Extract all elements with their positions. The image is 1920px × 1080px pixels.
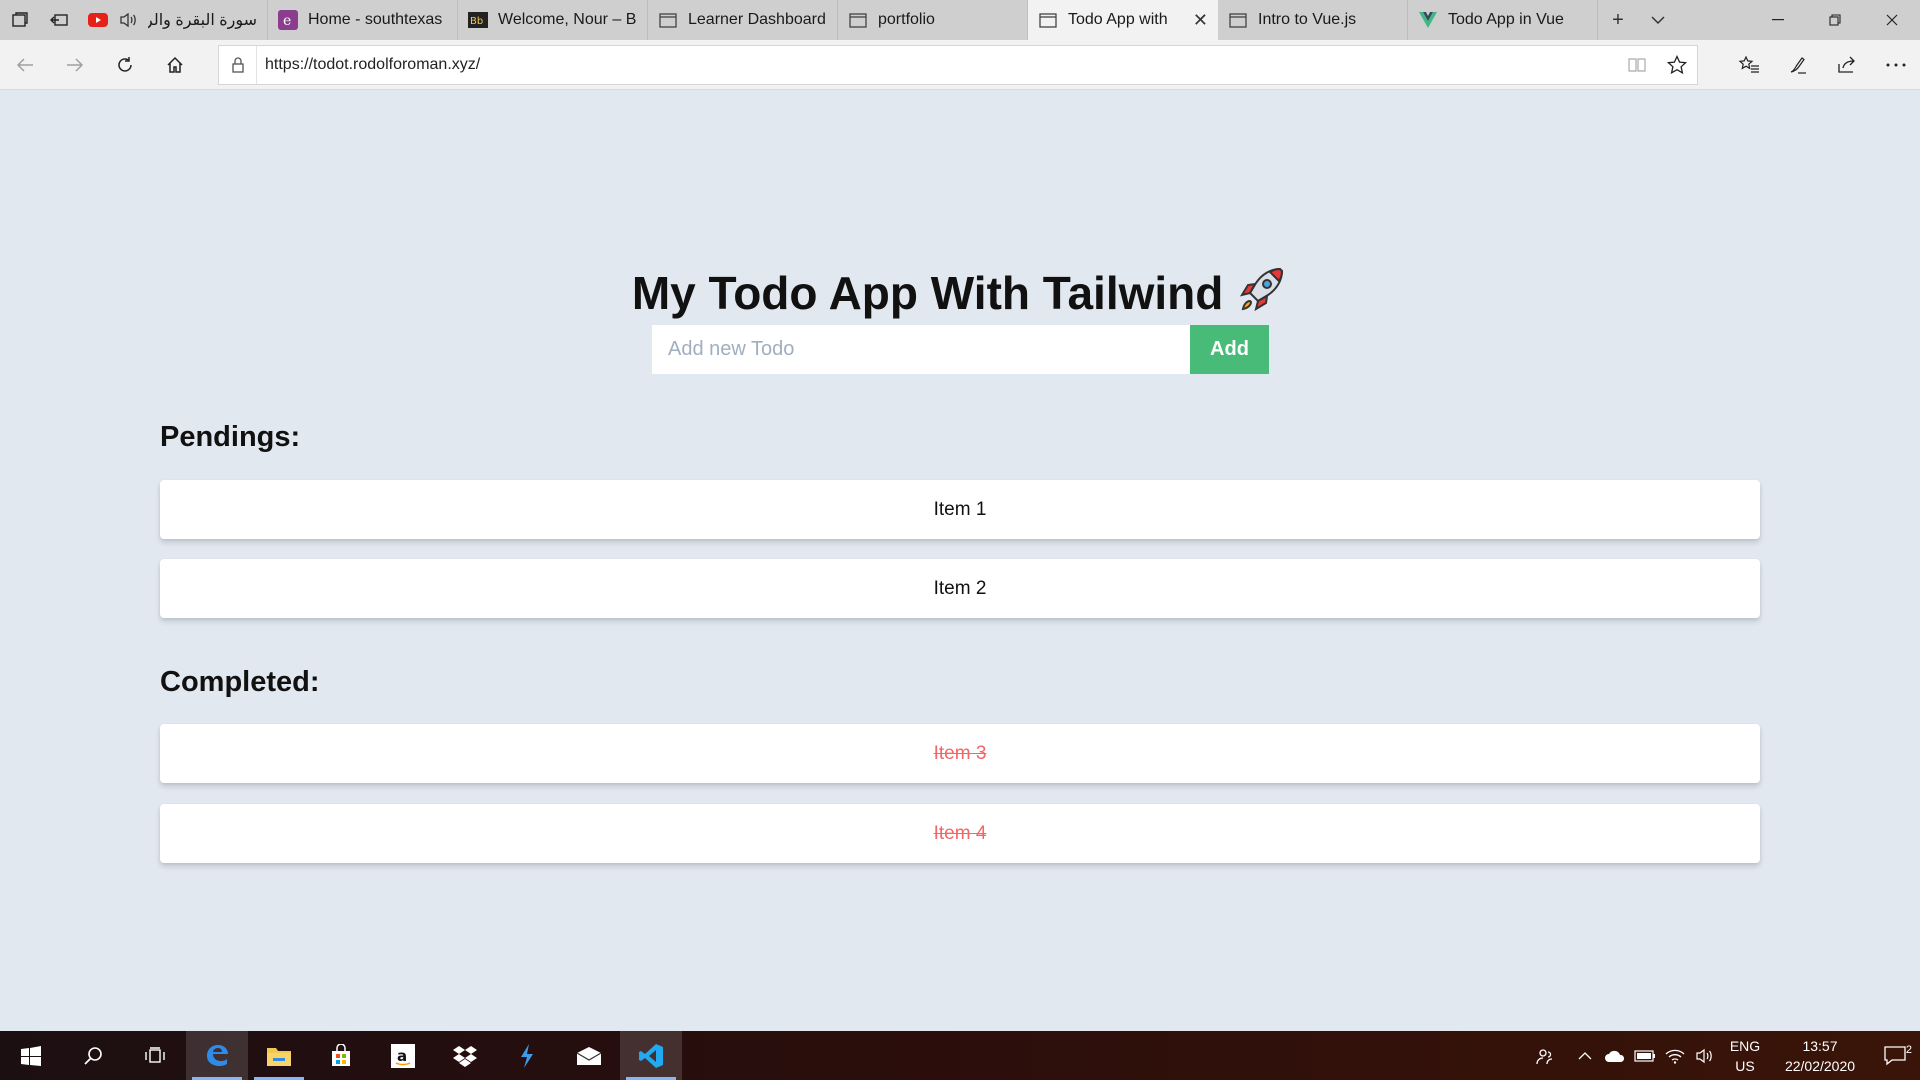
tab-label: Learner Dashboard bbox=[688, 11, 826, 28]
page-icon bbox=[848, 10, 868, 30]
tab-southtexas[interactable]: e Home - southtexas bbox=[268, 0, 458, 40]
add-todo-button[interactable]: Add bbox=[1190, 325, 1269, 374]
speaker-icon[interactable] bbox=[118, 10, 138, 30]
language-code: ENG bbox=[1729, 1037, 1761, 1054]
favorites-list-icon[interactable] bbox=[1724, 40, 1773, 90]
svg-text:e: e bbox=[283, 13, 291, 29]
completed-item[interactable]: Item 4 bbox=[160, 804, 1760, 863]
tab-label: Intro to Vue.js bbox=[1258, 11, 1357, 28]
notification-count: 2 bbox=[1905, 1043, 1912, 1056]
tab-label: Todo App with bbox=[1068, 11, 1168, 28]
close-window-icon[interactable] bbox=[1863, 0, 1920, 40]
pending-item[interactable]: Item 2 bbox=[160, 559, 1760, 618]
restore-icon[interactable] bbox=[1806, 0, 1863, 40]
share-icon[interactable] bbox=[1822, 40, 1871, 90]
bb-icon: Bb bbox=[468, 10, 488, 30]
svg-text:Bb: Bb bbox=[470, 16, 483, 27]
pen-notes-icon[interactable] bbox=[1773, 40, 1822, 90]
edge-browser-icon[interactable] bbox=[186, 1031, 248, 1080]
completed-heading: Completed: bbox=[160, 666, 320, 698]
browser-tab-strip: سورة البقرة والر e Home - southtexas Bb … bbox=[0, 0, 1920, 40]
clock-date: 22/02/2020 bbox=[1784, 1057, 1856, 1074]
battery-icon[interactable] bbox=[1630, 1031, 1660, 1080]
windows-start-icon[interactable] bbox=[0, 1031, 62, 1080]
refresh-icon[interactable] bbox=[100, 40, 150, 90]
input-language[interactable]: ENG US bbox=[1720, 1036, 1770, 1076]
address-bar[interactable]: https://todot.rodolforoman.xyz/ bbox=[218, 44, 1698, 85]
new-tab-icon[interactable]: + bbox=[1598, 0, 1638, 40]
tab-manager-icon[interactable] bbox=[0, 0, 39, 40]
tab-todo-vue[interactable]: Todo App in Vue bbox=[1408, 0, 1598, 40]
page-icon bbox=[1038, 10, 1058, 30]
browser-toolbar: https://todot.rodolforoman.xyz/ bbox=[0, 40, 1920, 90]
new-todo-input[interactable] bbox=[652, 325, 1190, 374]
region-code: US bbox=[1735, 1057, 1755, 1074]
page-icon bbox=[658, 10, 678, 30]
system-clock[interactable]: 13:57 22/02/2020 bbox=[1770, 1036, 1870, 1076]
set-aside-tabs-icon[interactable] bbox=[39, 0, 78, 40]
tab-label: Home - southtexas bbox=[308, 11, 443, 28]
window-controls bbox=[1749, 0, 1920, 40]
url-text[interactable]: https://todot.rodolforoman.xyz/ bbox=[257, 56, 1617, 74]
pending-heading: Pendings: bbox=[160, 421, 301, 453]
vscode-icon[interactable] bbox=[620, 1031, 682, 1080]
tab-portfolio[interactable]: portfolio bbox=[838, 0, 1028, 40]
file-explorer-icon[interactable] bbox=[248, 1031, 310, 1080]
reading-view-icon[interactable] bbox=[1617, 57, 1657, 73]
search-icon[interactable] bbox=[62, 1031, 124, 1080]
tab-label: portfolio bbox=[878, 11, 935, 28]
forward-arrow-icon[interactable] bbox=[50, 40, 100, 90]
vue-icon bbox=[1418, 10, 1438, 30]
favorite-star-icon[interactable] bbox=[1657, 54, 1697, 75]
page-icon bbox=[1228, 10, 1248, 30]
dropbox-icon[interactable] bbox=[434, 1031, 496, 1080]
pending-item[interactable]: Item 1 bbox=[160, 480, 1760, 539]
page-title: My Todo App With Tailwind bbox=[0, 263, 1920, 320]
svg-text:a: a bbox=[397, 1047, 407, 1065]
tab-intro-vue[interactable]: Intro to Vue.js bbox=[1218, 0, 1408, 40]
tab-label: Welcome, Nour – B bbox=[498, 11, 637, 28]
system-tray: ENG US 13:57 22/02/2020 2 bbox=[1530, 1031, 1920, 1080]
more-menu-icon[interactable] bbox=[1871, 40, 1920, 90]
amazon-icon[interactable]: a bbox=[372, 1031, 434, 1080]
lightning-app-icon[interactable] bbox=[496, 1031, 558, 1080]
home-icon[interactable] bbox=[150, 40, 200, 90]
volume-icon[interactable] bbox=[1690, 1031, 1720, 1080]
lock-icon[interactable] bbox=[219, 45, 257, 84]
back-arrow-icon[interactable] bbox=[0, 40, 50, 90]
rocket-icon bbox=[1236, 267, 1288, 319]
youtube-icon bbox=[88, 10, 108, 30]
action-center-icon[interactable]: 2 bbox=[1870, 1043, 1920, 1066]
clock-time: 13:57 bbox=[1802, 1037, 1838, 1054]
minimize-icon[interactable] bbox=[1749, 0, 1806, 40]
tab-learner-dashboard[interactable]: Learner Dashboard bbox=[648, 0, 838, 40]
people-icon[interactable] bbox=[1530, 1031, 1560, 1080]
wifi-icon[interactable] bbox=[1660, 1031, 1690, 1080]
e-brand-icon: e bbox=[278, 10, 298, 30]
tab-todo-app-active[interactable]: Todo App with ✕ bbox=[1028, 0, 1218, 40]
tab-welcome[interactable]: Bb Welcome, Nour – B bbox=[458, 0, 648, 40]
add-todo-form: Add bbox=[652, 325, 1269, 374]
onedrive-cloud-icon[interactable] bbox=[1600, 1031, 1630, 1080]
close-tab-icon[interactable]: ✕ bbox=[1193, 10, 1208, 31]
tab-label: Todo App in Vue bbox=[1448, 11, 1564, 28]
completed-item[interactable]: Item 3 bbox=[160, 724, 1760, 783]
tab-quran[interactable]: سورة البقرة والر bbox=[78, 0, 268, 40]
mail-icon[interactable] bbox=[558, 1031, 620, 1080]
todo-page: My Todo App With Tailwind Add Pendings: … bbox=[0, 91, 1920, 1031]
microsoft-store-icon[interactable] bbox=[310, 1031, 372, 1080]
windows-taskbar: a ENG US 13:57 22/02/2020 2 bbox=[0, 1031, 1920, 1080]
chevron-down-icon[interactable] bbox=[1638, 0, 1678, 40]
browser-right-tools bbox=[1724, 40, 1920, 90]
chevron-up-icon[interactable] bbox=[1570, 1031, 1600, 1080]
task-view-icon[interactable] bbox=[124, 1031, 186, 1080]
tab-label: سورة البقرة والر bbox=[148, 12, 257, 29]
page-title-text: My Todo App With Tailwind bbox=[631, 267, 1224, 319]
